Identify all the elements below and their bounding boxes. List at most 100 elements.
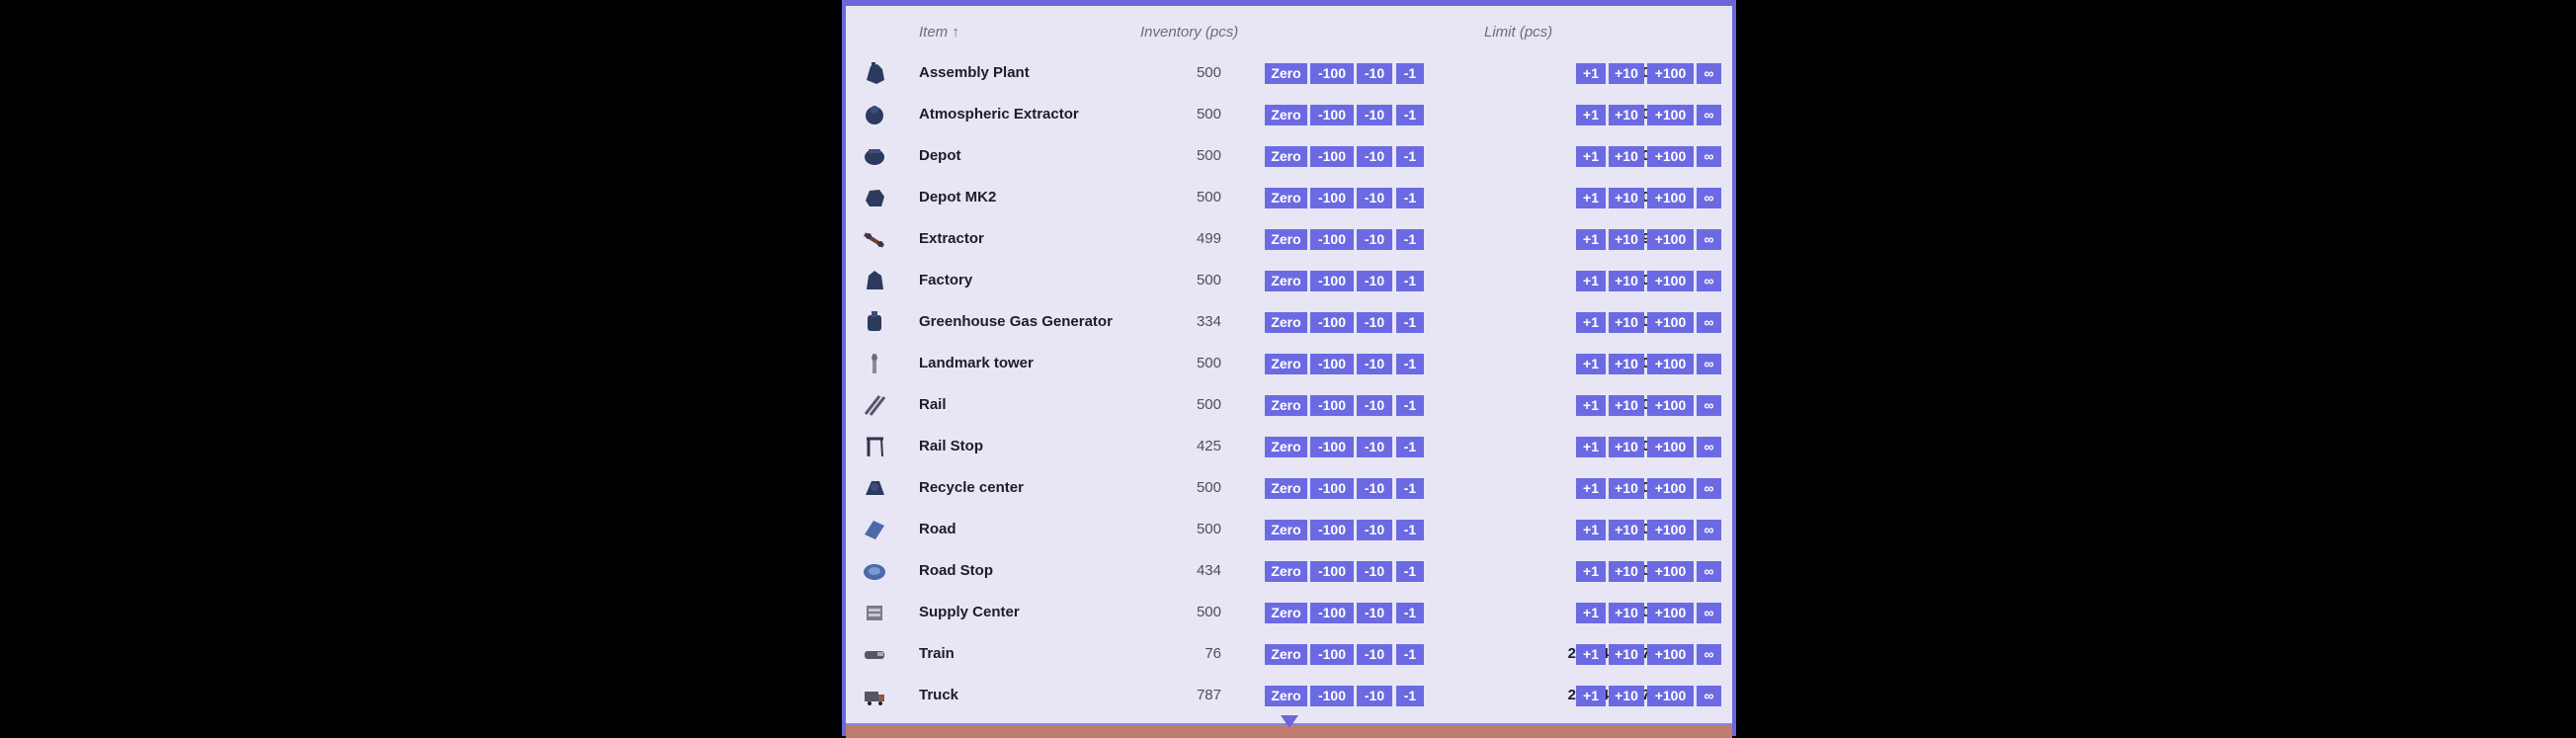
minus-1-button[interactable]: -1 bbox=[1396, 520, 1424, 540]
minus-1-button[interactable]: -1 bbox=[1396, 478, 1424, 499]
zero-button[interactable]: Zero bbox=[1265, 686, 1307, 706]
minus-1-button[interactable]: -1 bbox=[1396, 603, 1424, 623]
plus-10-button[interactable]: +10 bbox=[1609, 520, 1644, 540]
minus-100-button[interactable]: -100 bbox=[1310, 105, 1354, 125]
zero-button[interactable]: Zero bbox=[1265, 437, 1307, 457]
plus-1-button[interactable]: +1 bbox=[1576, 354, 1606, 374]
minus-1-button[interactable]: -1 bbox=[1396, 229, 1424, 250]
infinite-limit-button[interactable]: ∞ bbox=[1697, 63, 1721, 84]
minus-100-button[interactable]: -100 bbox=[1310, 354, 1354, 374]
column-header-item[interactable]: Item ↑ bbox=[919, 24, 959, 41]
plus-10-button[interactable]: +10 bbox=[1609, 603, 1644, 623]
plus-10-button[interactable]: +10 bbox=[1609, 478, 1644, 499]
zero-button[interactable]: Zero bbox=[1265, 188, 1307, 208]
plus-10-button[interactable]: +10 bbox=[1609, 437, 1644, 457]
infinite-limit-button[interactable]: ∞ bbox=[1697, 229, 1721, 250]
minus-100-button[interactable]: -100 bbox=[1310, 271, 1354, 291]
plus-100-button[interactable]: +100 bbox=[1647, 146, 1694, 167]
minus-100-button[interactable]: -100 bbox=[1310, 644, 1354, 665]
plus-1-button[interactable]: +1 bbox=[1576, 271, 1606, 291]
plus-1-button[interactable]: +1 bbox=[1576, 229, 1606, 250]
column-header-inventory[interactable]: Inventory (pcs) bbox=[1140, 24, 1238, 41]
infinite-limit-button[interactable]: ∞ bbox=[1697, 312, 1721, 333]
zero-button[interactable]: Zero bbox=[1265, 105, 1307, 125]
infinite-limit-button[interactable]: ∞ bbox=[1697, 644, 1721, 665]
infinite-limit-button[interactable]: ∞ bbox=[1697, 437, 1721, 457]
plus-100-button[interactable]: +100 bbox=[1647, 561, 1694, 582]
zero-button[interactable]: Zero bbox=[1265, 478, 1307, 499]
minus-1-button[interactable]: -1 bbox=[1396, 188, 1424, 208]
minus-10-button[interactable]: -10 bbox=[1357, 686, 1392, 706]
plus-100-button[interactable]: +100 bbox=[1647, 437, 1694, 457]
plus-10-button[interactable]: +10 bbox=[1609, 146, 1644, 167]
infinite-limit-button[interactable]: ∞ bbox=[1697, 520, 1721, 540]
plus-10-button[interactable]: +10 bbox=[1609, 229, 1644, 250]
minus-10-button[interactable]: -10 bbox=[1357, 146, 1392, 167]
minus-100-button[interactable]: -100 bbox=[1310, 603, 1354, 623]
zero-button[interactable]: Zero bbox=[1265, 354, 1307, 374]
minus-10-button[interactable]: -10 bbox=[1357, 644, 1392, 665]
infinite-limit-button[interactable]: ∞ bbox=[1697, 395, 1721, 416]
plus-1-button[interactable]: +1 bbox=[1576, 395, 1606, 416]
minus-1-button[interactable]: -1 bbox=[1396, 686, 1424, 706]
minus-100-button[interactable]: -100 bbox=[1310, 478, 1354, 499]
minus-100-button[interactable]: -100 bbox=[1310, 561, 1354, 582]
plus-100-button[interactable]: +100 bbox=[1647, 520, 1694, 540]
infinite-limit-button[interactable]: ∞ bbox=[1697, 603, 1721, 623]
plus-10-button[interactable]: +10 bbox=[1609, 188, 1644, 208]
minus-10-button[interactable]: -10 bbox=[1357, 603, 1392, 623]
plus-1-button[interactable]: +1 bbox=[1576, 146, 1606, 167]
minus-1-button[interactable]: -1 bbox=[1396, 561, 1424, 582]
infinite-limit-button[interactable]: ∞ bbox=[1697, 686, 1721, 706]
plus-100-button[interactable]: +100 bbox=[1647, 312, 1694, 333]
plus-1-button[interactable]: +1 bbox=[1576, 520, 1606, 540]
minus-100-button[interactable]: -100 bbox=[1310, 312, 1354, 333]
plus-10-button[interactable]: +10 bbox=[1609, 561, 1644, 582]
zero-button[interactable]: Zero bbox=[1265, 271, 1307, 291]
plus-100-button[interactable]: +100 bbox=[1647, 395, 1694, 416]
infinite-limit-button[interactable]: ∞ bbox=[1697, 105, 1721, 125]
zero-button[interactable]: Zero bbox=[1265, 520, 1307, 540]
minus-100-button[interactable]: -100 bbox=[1310, 146, 1354, 167]
plus-10-button[interactable]: +10 bbox=[1609, 354, 1644, 374]
plus-1-button[interactable]: +1 bbox=[1576, 188, 1606, 208]
plus-100-button[interactable]: +100 bbox=[1647, 229, 1694, 250]
plus-100-button[interactable]: +100 bbox=[1647, 478, 1694, 499]
plus-1-button[interactable]: +1 bbox=[1576, 644, 1606, 665]
plus-100-button[interactable]: +100 bbox=[1647, 686, 1694, 706]
zero-button[interactable]: Zero bbox=[1265, 395, 1307, 416]
minus-100-button[interactable]: -100 bbox=[1310, 437, 1354, 457]
zero-button[interactable]: Zero bbox=[1265, 312, 1307, 333]
zero-button[interactable]: Zero bbox=[1265, 229, 1307, 250]
plus-10-button[interactable]: +10 bbox=[1609, 644, 1644, 665]
minus-100-button[interactable]: -100 bbox=[1310, 395, 1354, 416]
plus-1-button[interactable]: +1 bbox=[1576, 686, 1606, 706]
plus-1-button[interactable]: +1 bbox=[1576, 63, 1606, 84]
minus-1-button[interactable]: -1 bbox=[1396, 63, 1424, 84]
plus-10-button[interactable]: +10 bbox=[1609, 105, 1644, 125]
plus-100-button[interactable]: +100 bbox=[1647, 271, 1694, 291]
plus-100-button[interactable]: +100 bbox=[1647, 354, 1694, 374]
minus-10-button[interactable]: -10 bbox=[1357, 188, 1392, 208]
minus-1-button[interactable]: -1 bbox=[1396, 354, 1424, 374]
plus-1-button[interactable]: +1 bbox=[1576, 312, 1606, 333]
plus-100-button[interactable]: +100 bbox=[1647, 188, 1694, 208]
infinite-limit-button[interactable]: ∞ bbox=[1697, 188, 1721, 208]
plus-1-button[interactable]: +1 bbox=[1576, 478, 1606, 499]
minus-100-button[interactable]: -100 bbox=[1310, 229, 1354, 250]
infinite-limit-button[interactable]: ∞ bbox=[1697, 478, 1721, 499]
plus-10-button[interactable]: +10 bbox=[1609, 63, 1644, 84]
plus-1-button[interactable]: +1 bbox=[1576, 561, 1606, 582]
minus-1-button[interactable]: -1 bbox=[1396, 271, 1424, 291]
minus-1-button[interactable]: -1 bbox=[1396, 105, 1424, 125]
minus-10-button[interactable]: -10 bbox=[1357, 229, 1392, 250]
minus-100-button[interactable]: -100 bbox=[1310, 63, 1354, 84]
minus-10-button[interactable]: -10 bbox=[1357, 437, 1392, 457]
minus-10-button[interactable]: -10 bbox=[1357, 271, 1392, 291]
minus-100-button[interactable]: -100 bbox=[1310, 188, 1354, 208]
minus-10-button[interactable]: -10 bbox=[1357, 520, 1392, 540]
zero-button[interactable]: Zero bbox=[1265, 561, 1307, 582]
zero-button[interactable]: Zero bbox=[1265, 63, 1307, 84]
scroll-down-arrow-icon[interactable] bbox=[1281, 715, 1298, 728]
infinite-limit-button[interactable]: ∞ bbox=[1697, 561, 1721, 582]
